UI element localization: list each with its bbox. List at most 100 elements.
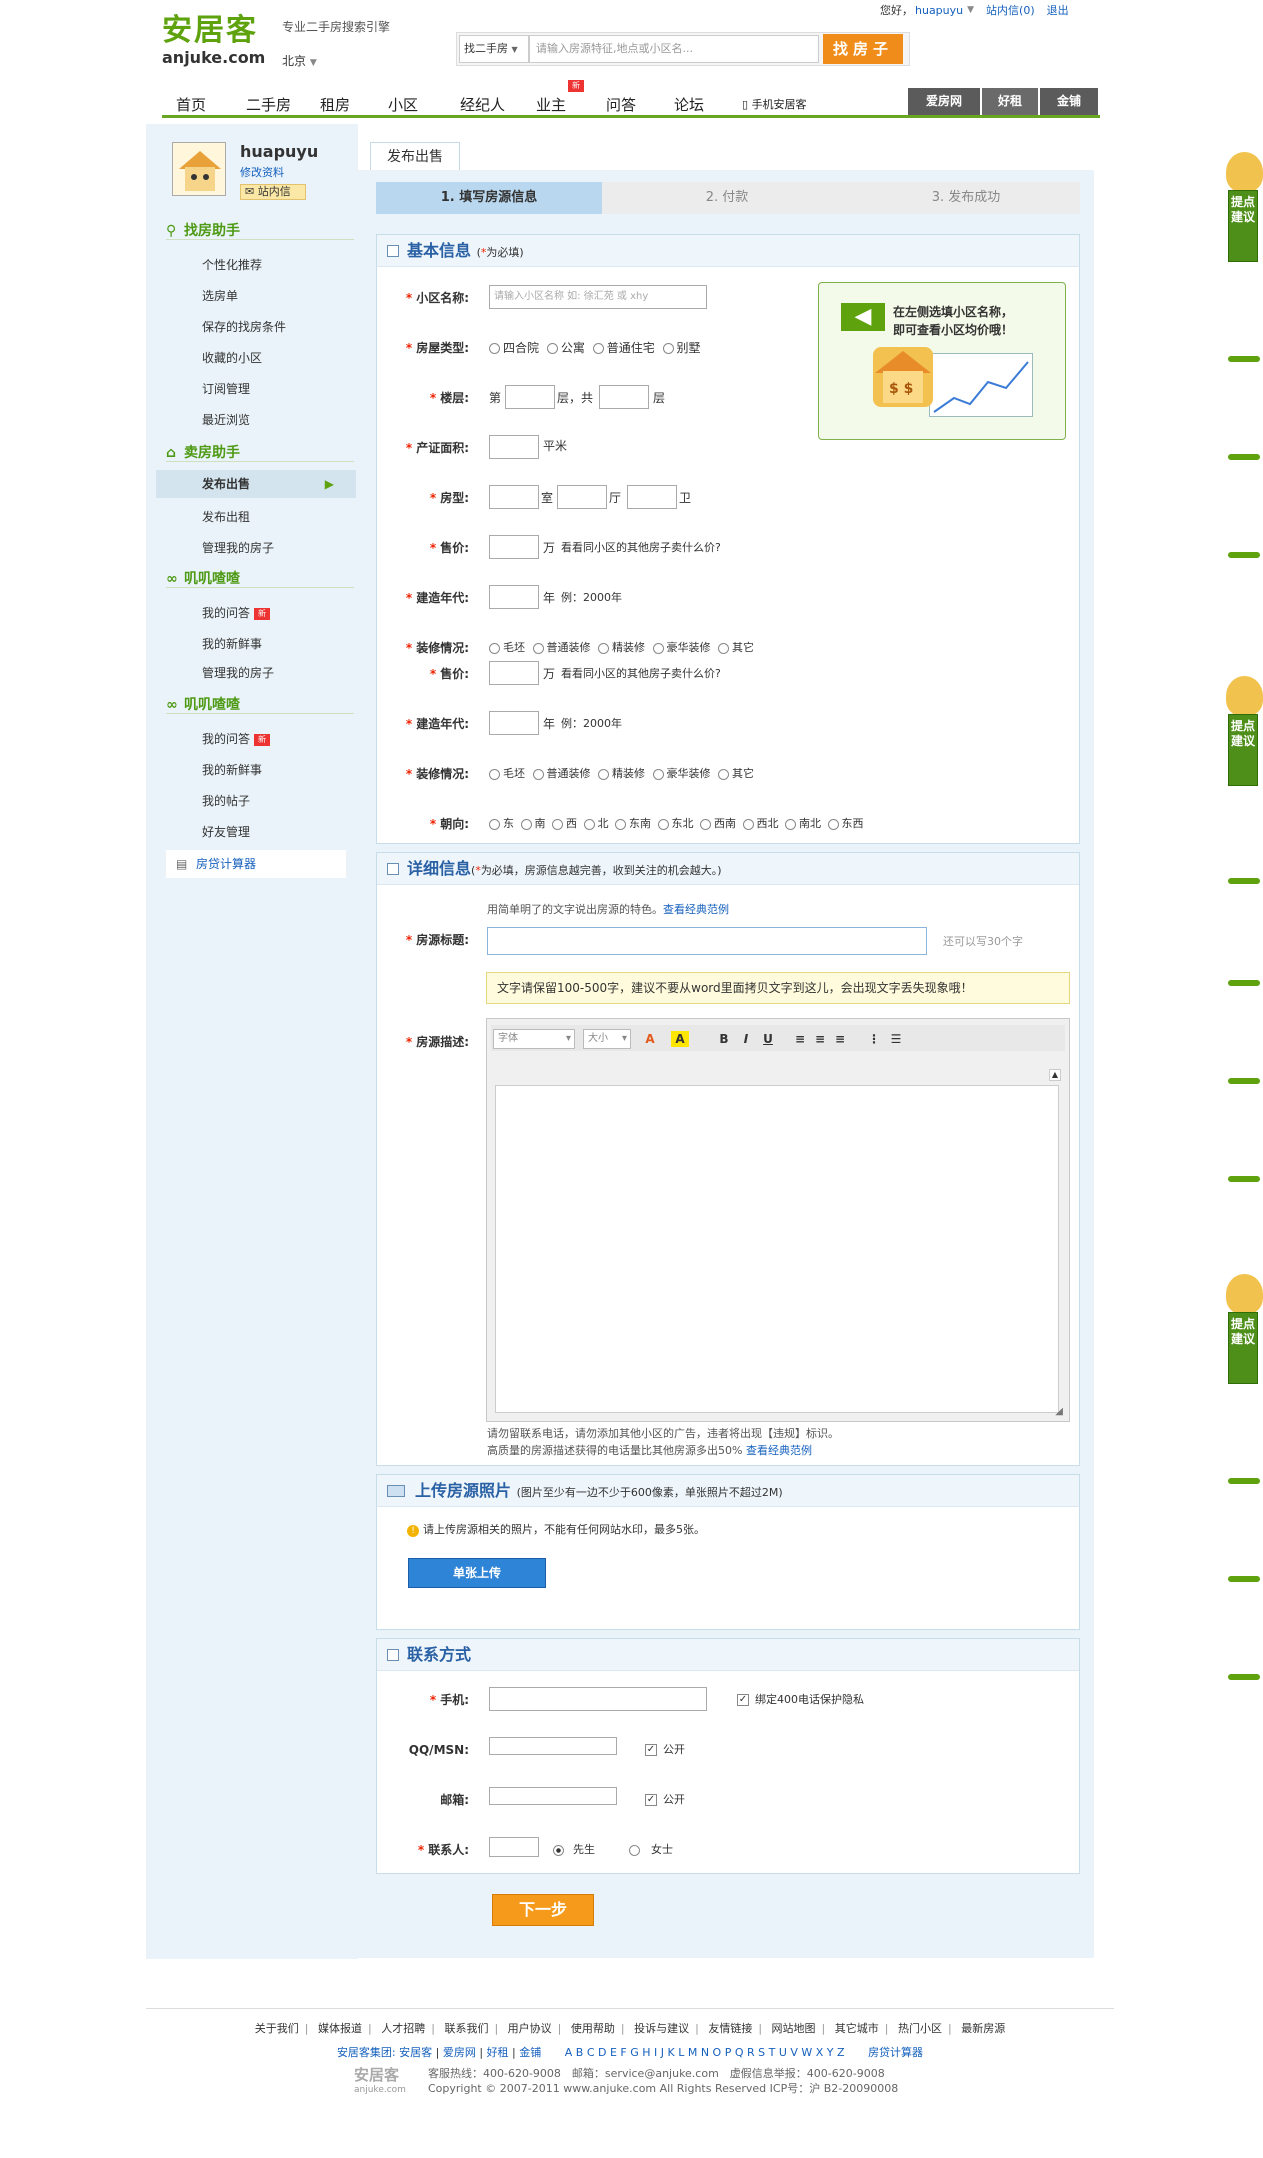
menu-friends[interactable]: 好友管理 bbox=[202, 823, 250, 840]
menu-manage-house[interactable]: 管理我的房子 bbox=[202, 539, 274, 556]
area-input[interactable] bbox=[489, 435, 539, 459]
menu-news-2[interactable]: 我的新鲜事 bbox=[202, 761, 262, 778]
nav-broker[interactable]: 经纪人 bbox=[460, 93, 505, 117]
group-link[interactable]: 金铺 bbox=[519, 2046, 541, 2059]
radio-north[interactable] bbox=[583, 818, 595, 830]
radio-simple[interactable] bbox=[532, 642, 544, 654]
year-input[interactable] bbox=[489, 585, 539, 609]
single-upload-button[interactable]: 单张上传 bbox=[408, 1558, 546, 1588]
footer-link[interactable]: 用户协议 bbox=[508, 2022, 552, 2035]
resize-handle-icon[interactable]: ◢ bbox=[1055, 1406, 1063, 1417]
footer-link[interactable]: 使用帮助 bbox=[571, 2022, 615, 2035]
menu-saved-search[interactable]: 保存的找房条件 bbox=[202, 318, 286, 335]
feedback-widget[interactable]: 提点建议 bbox=[1226, 1274, 1263, 1384]
logout-link[interactable]: 退出 bbox=[1047, 2, 1069, 18]
mail-public-checkbox[interactable]: ✓ bbox=[645, 1794, 657, 1806]
menu-manage-house-2[interactable]: 管理我的房子 bbox=[202, 664, 274, 681]
search-button[interactable]: 找房子 bbox=[823, 34, 903, 64]
baths-input[interactable] bbox=[627, 485, 677, 509]
total-floor-input[interactable] bbox=[599, 385, 649, 409]
menu-loan-calc[interactable]: ▤ 房贷计算器 bbox=[166, 850, 346, 878]
nav-haozu[interactable]: 好租 bbox=[982, 88, 1038, 115]
radio-northeast[interactable] bbox=[657, 818, 669, 830]
font-family-select[interactable]: 字体 ▾ bbox=[493, 1029, 575, 1049]
description-textarea[interactable] bbox=[495, 1085, 1059, 1413]
radio-luxury[interactable] bbox=[652, 642, 664, 654]
menu-fav-community[interactable]: 收藏的小区 bbox=[202, 349, 262, 366]
radio-siheyuan[interactable] bbox=[489, 343, 500, 354]
chevron-down-icon[interactable]: ▼ bbox=[967, 5, 974, 15]
nav-aifang[interactable]: 爱房网 bbox=[908, 88, 980, 115]
mail-button[interactable]: ✉ 站内信 bbox=[240, 184, 306, 200]
mail-input[interactable] bbox=[489, 1787, 617, 1805]
highlight-button[interactable]: A bbox=[671, 1031, 689, 1047]
radio-ms[interactable] bbox=[629, 1844, 640, 1856]
nav-secondhand[interactable]: 二手房 bbox=[246, 93, 291, 117]
contact-person-input[interactable] bbox=[489, 1837, 539, 1857]
avatar[interactable] bbox=[172, 142, 226, 196]
radio-east[interactable] bbox=[489, 818, 500, 830]
group-link[interactable]: 爱房网 bbox=[443, 2046, 476, 2059]
footer-link[interactable]: 网站地图 bbox=[772, 2022, 816, 2035]
footer-link[interactable]: 联系我们 bbox=[444, 2022, 488, 2035]
group-link[interactable]: 安居客 bbox=[399, 2046, 432, 2059]
nav-home[interactable]: 首页 bbox=[176, 93, 206, 117]
feedback-widget[interactable]: 提点建议 bbox=[1226, 676, 1263, 786]
menu-publish-sale[interactable]: 发布出售 ▶ bbox=[156, 470, 356, 498]
community-input[interactable]: 请输入小区名称 如: 徐汇苑 或 xhy bbox=[489, 285, 707, 309]
font-size-select[interactable]: 大小 ▾ bbox=[583, 1029, 631, 1049]
floor-input[interactable] bbox=[505, 385, 555, 409]
nav-community[interactable]: 小区 bbox=[388, 93, 418, 117]
username-link[interactable]: huapuyu bbox=[915, 4, 963, 17]
menu-recommend[interactable]: 个性化推荐 bbox=[202, 256, 262, 273]
price-input-2[interactable] bbox=[489, 661, 539, 685]
footer-link[interactable]: 友情链接 bbox=[708, 2022, 752, 2035]
footer-link[interactable]: 最新房源 bbox=[961, 2022, 1005, 2035]
city-selector[interactable]: 北京 ▼ bbox=[282, 52, 317, 69]
radio-south[interactable] bbox=[520, 818, 532, 830]
radio-villa[interactable] bbox=[662, 343, 674, 354]
qq-public-checkbox[interactable]: ✓ bbox=[645, 1744, 657, 1756]
footer-link[interactable]: 关于我们 bbox=[255, 2022, 299, 2035]
price-compare-link[interactable]: 看看同小区的其他房子卖什么价? bbox=[561, 535, 721, 561]
radio-fine[interactable] bbox=[598, 768, 609, 780]
radio-west[interactable] bbox=[552, 818, 563, 830]
letter-index[interactable]: A B C D E F G H I J K L M N O P Q R S T … bbox=[565, 2046, 845, 2059]
radio-northsouth[interactable] bbox=[785, 818, 796, 830]
search-input[interactable]: 请输入房源特征,地点或小区名... bbox=[529, 35, 819, 63]
search-type-select[interactable]: 找二手房 ▼ bbox=[459, 35, 529, 63]
title-input[interactable] bbox=[487, 927, 927, 955]
menu-my-posts[interactable]: 我的帖子 bbox=[202, 792, 250, 809]
footer-link[interactable]: 热门小区 bbox=[898, 2022, 942, 2035]
qq-input[interactable] bbox=[489, 1737, 617, 1755]
menu-my-qa[interactable]: 我的问答新 bbox=[202, 604, 271, 621]
nav-mobile[interactable]: ▯ 手机安居客 bbox=[742, 93, 807, 117]
font-color-button[interactable]: A bbox=[641, 1031, 659, 1047]
price-input[interactable] bbox=[489, 535, 539, 559]
radio-luxury[interactable] bbox=[652, 768, 664, 780]
tab-publish-sale[interactable]: 发布出售 bbox=[370, 142, 460, 170]
price-compare-link-2[interactable]: 看看同小区的其他房子卖什么价? bbox=[561, 661, 721, 687]
menu-news[interactable]: 我的新鲜事 bbox=[202, 635, 262, 652]
edit-profile-link[interactable]: 修改资料 bbox=[240, 164, 284, 180]
mobile-input[interactable] bbox=[489, 1687, 707, 1711]
menu-shortlist[interactable]: 选房单 bbox=[202, 287, 238, 304]
align-center-icon[interactable]: ≡ bbox=[811, 1031, 829, 1047]
halls-input[interactable] bbox=[557, 485, 607, 509]
menu-publish-rent[interactable]: 发布出租 bbox=[202, 508, 250, 525]
next-step-button[interactable]: 下一步 bbox=[492, 1894, 594, 1926]
mail-link[interactable]: 站内信(0) bbox=[986, 2, 1035, 18]
nav-jinpu[interactable]: 金铺 bbox=[1040, 88, 1098, 115]
footer-link[interactable]: 媒体报道 bbox=[318, 2022, 362, 2035]
align-left-icon[interactable]: ≡ bbox=[791, 1031, 809, 1047]
site-logo[interactable]: 安居客 anjuke.com bbox=[162, 14, 272, 74]
bind-400-checkbox[interactable]: ✓ bbox=[737, 1694, 749, 1706]
nav-owner[interactable]: 业主 bbox=[536, 93, 566, 117]
bold-button[interactable]: B bbox=[715, 1031, 733, 1047]
radio-southeast[interactable] bbox=[615, 818, 626, 830]
radio-other[interactable] bbox=[718, 642, 729, 654]
italic-button[interactable]: I bbox=[737, 1031, 755, 1047]
unordered-list-icon[interactable]: ☰ bbox=[887, 1031, 905, 1047]
radio-simple[interactable] bbox=[532, 768, 544, 780]
year-input-2[interactable] bbox=[489, 711, 539, 735]
